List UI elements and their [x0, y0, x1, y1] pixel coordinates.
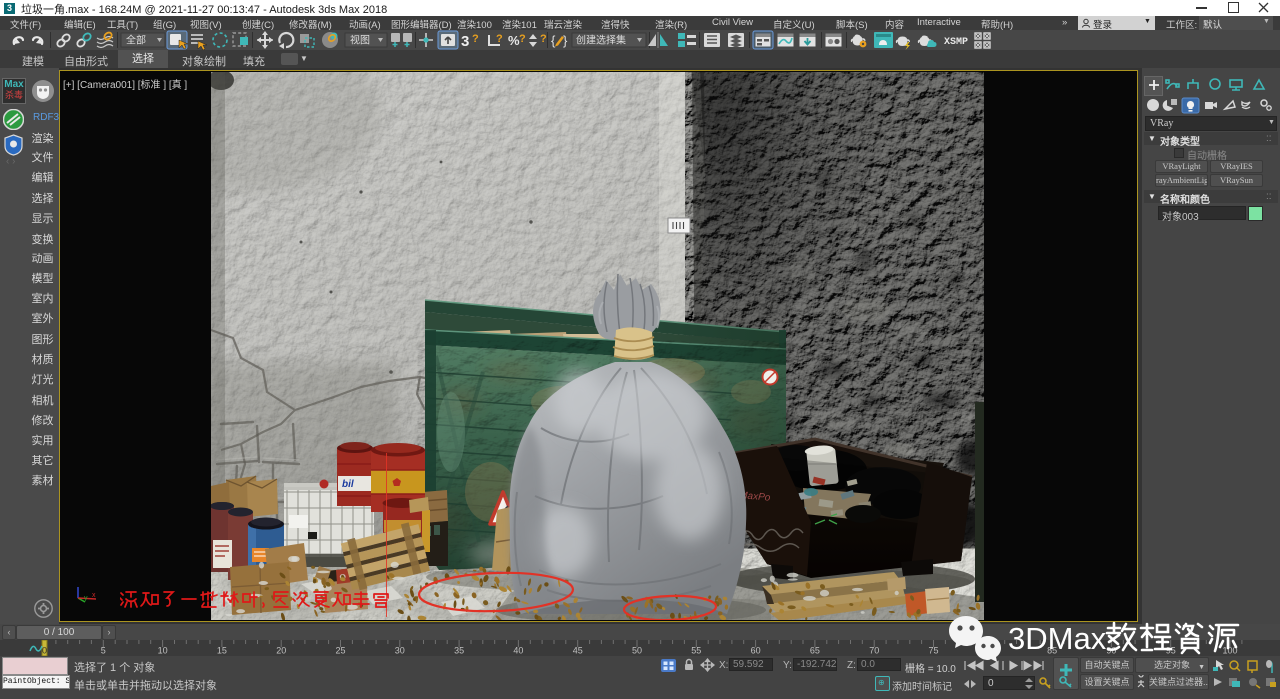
svg-text:70: 70 — [869, 646, 879, 656]
svg-text:35: 35 — [454, 646, 464, 656]
svg-text:50: 50 — [632, 646, 642, 656]
svg-text:10: 10 — [158, 646, 168, 656]
svg-text:?: ? — [472, 33, 479, 45]
svg-text:30: 30 — [395, 646, 405, 656]
svg-text:60: 60 — [751, 646, 761, 656]
svg-text:}: } — [563, 33, 568, 48]
svg-text:45: 45 — [573, 646, 583, 656]
svg-text:bil: bil — [342, 479, 354, 490]
svg-text:25: 25 — [335, 646, 345, 656]
svg-text:?: ? — [540, 33, 547, 45]
svg-text:3: 3 — [461, 33, 469, 50]
svg-text:65: 65 — [810, 646, 820, 656]
svg-text:XSMP: XSMP — [944, 37, 968, 48]
svg-text:?: ? — [519, 33, 526, 45]
svg-text:40: 40 — [513, 646, 523, 656]
svg-text:{: { — [551, 33, 556, 48]
svg-text:5: 5 — [101, 646, 106, 656]
svg-text:20: 20 — [276, 646, 286, 656]
svg-text:创建选择集: 创建选择集 — [576, 34, 626, 47]
svg-text:?: ? — [496, 33, 503, 45]
svg-text:视图: 视图 — [350, 34, 370, 47]
svg-text:75: 75 — [928, 646, 938, 656]
svg-text:55: 55 — [691, 646, 701, 656]
svg-text:15: 15 — [217, 646, 227, 656]
svg-text:全部: 全部 — [126, 34, 146, 47]
